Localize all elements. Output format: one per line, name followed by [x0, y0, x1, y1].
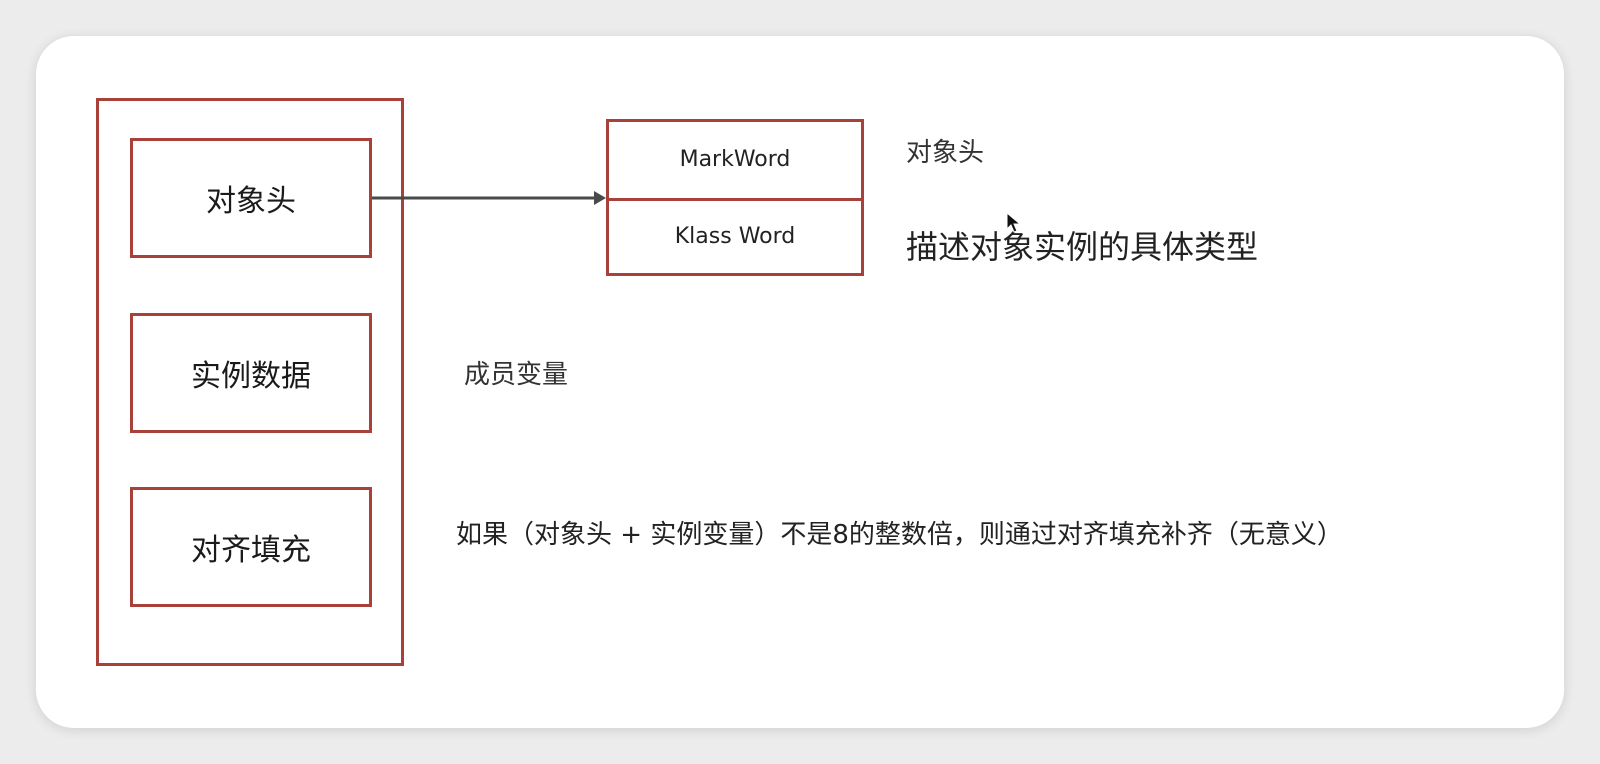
klass-word-note: 描述对象实例的具体类型: [906, 228, 1259, 266]
markword-label: MarkWord: [679, 147, 791, 173]
padding-label: 对齐填充: [191, 533, 311, 568]
header-note: 对象头: [906, 138, 985, 168]
object-header-box: 对象头: [130, 138, 372, 258]
instance-data-note: 成员变量: [464, 360, 569, 390]
object-header-label: 对象头: [206, 184, 296, 219]
padding-box: 对齐填充: [130, 487, 372, 607]
markword-row: MarkWord: [609, 122, 861, 198]
klassword-row: Klass Word: [609, 197, 861, 274]
instance-data-box: 实例数据: [130, 313, 372, 433]
header-detail-arrow: [372, 191, 606, 205]
padding-note: 如果（对象头 + 实例变量）不是8的整数倍，则通过对齐填充补齐（无意义）: [456, 520, 1343, 550]
klassword-label: Klass Word: [674, 224, 796, 250]
instance-data-label: 实例数据: [191, 359, 311, 394]
object-header-detail-box: MarkWord Klass Word: [606, 119, 864, 276]
slide-card: 对象头 实例数据 对齐填充 MarkWord Klass Word 对象头 描述…: [36, 36, 1564, 728]
mouse-cursor-icon: [1006, 212, 1022, 233]
